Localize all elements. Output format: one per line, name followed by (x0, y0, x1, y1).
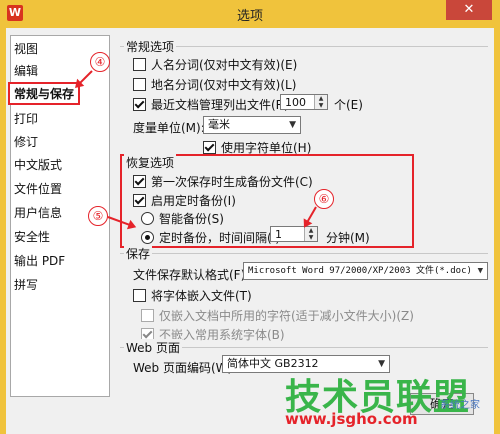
chevron-down-icon: ▼ (289, 120, 296, 130)
embed-used-chars-option[interactable]: 仅嵌入文档中所用的字符(适于减小文件大小)(Z) (141, 307, 414, 324)
sidebar-item-file-location[interactable]: 文件位置 (14, 180, 62, 197)
general-options-heading: 常规选项 (124, 38, 177, 55)
save-group-border (120, 253, 488, 254)
annotation-marker-5: ⑤ (88, 206, 108, 226)
sidebar-item-general-save[interactable]: 常规与保存 (8, 82, 81, 105)
timed-backup-checkbox[interactable] (133, 194, 146, 207)
chevron-down-icon: ▼ (477, 266, 483, 276)
close-button[interactable]: ✕ (446, 0, 492, 20)
recent-files-checkbox[interactable] (133, 98, 146, 111)
first-save-backup-checkbox[interactable] (133, 175, 146, 188)
place-segmentation-option[interactable]: 地名分词(仅对中文有效)(L) (133, 76, 296, 93)
embed-fonts-option[interactable]: 将字体嵌入文件(T) (133, 287, 252, 304)
char-unit-checkbox[interactable] (203, 141, 216, 154)
sidebar-item-user-info[interactable]: 用户信息 (14, 204, 62, 221)
sidebar-item-view[interactable]: 视图 (14, 40, 38, 57)
sidebar-item-spelling[interactable]: 拼写 (14, 276, 38, 293)
timed-interval-radio[interactable] (141, 231, 154, 244)
embed-used-chars-checkbox[interactable] (141, 309, 154, 322)
web-page-heading: Web 页面 (124, 339, 182, 356)
name-segmentation-option[interactable]: 人名分词(仅对中文有效)(E) (133, 56, 297, 73)
title-bar: W 选项 ✕ (0, 0, 500, 28)
timed-backup-option[interactable]: 启用定时备份(I) (133, 192, 236, 209)
sidebar-item-print[interactable]: 打印 (14, 110, 38, 127)
watermark-site-name: 系统之家 (440, 400, 480, 411)
sidebar-item-revision[interactable]: 修订 (14, 133, 38, 150)
sidebar-item-edit[interactable]: 编辑 (14, 62, 38, 79)
recent-files-unit: 个(E) (334, 98, 363, 112)
recent-files-count-stepper[interactable]: 100 ▲ ▼ (280, 94, 328, 110)
smart-backup-radio[interactable] (141, 212, 154, 225)
default-format-label: 文件保存默认格式(F): (133, 268, 250, 282)
sidebar-item-chinese-layout[interactable]: 中文版式 (14, 156, 62, 173)
measure-unit-label: 度量单位(M): (133, 121, 205, 135)
web-encoding-label: Web 页面编码(W): (133, 361, 237, 375)
sidebar-item-security[interactable]: 安全性 (14, 228, 50, 245)
annotation-marker-4: ④ (90, 52, 110, 72)
name-segmentation-checkbox[interactable] (133, 58, 146, 71)
recent-files-option[interactable]: 最近文档管理列出文件(R): (133, 96, 293, 113)
default-format-select[interactable]: Microsoft Word 97/2000/XP/2003 文件(*.doc)… (243, 262, 488, 280)
measure-unit-select[interactable]: 毫米 ▼ (203, 116, 301, 134)
sidebar-item-pdf-output[interactable]: 输出 PDF (14, 252, 65, 269)
smart-backup-option[interactable]: 智能备份(S) (141, 210, 224, 227)
embed-fonts-checkbox[interactable] (133, 289, 146, 302)
first-save-backup-option[interactable]: 第一次保存时生成备份文件(C) (133, 173, 313, 190)
save-heading: 保存 (124, 245, 153, 262)
window-title: 选项 (236, 9, 263, 24)
backup-interval-stepper[interactable]: 1 ▲ ▼ (270, 226, 318, 242)
watermark-url: www.jsgho.com (285, 410, 418, 428)
recovery-options-heading: 恢复选项 (124, 154, 177, 171)
backup-interval-unit: 分钟(M) (326, 231, 370, 245)
annotation-marker-6: ⑥ (314, 189, 334, 209)
place-segmentation-checkbox[interactable] (133, 78, 146, 91)
timed-interval-option[interactable]: 定时备份，时间间隔(I): (141, 229, 284, 246)
